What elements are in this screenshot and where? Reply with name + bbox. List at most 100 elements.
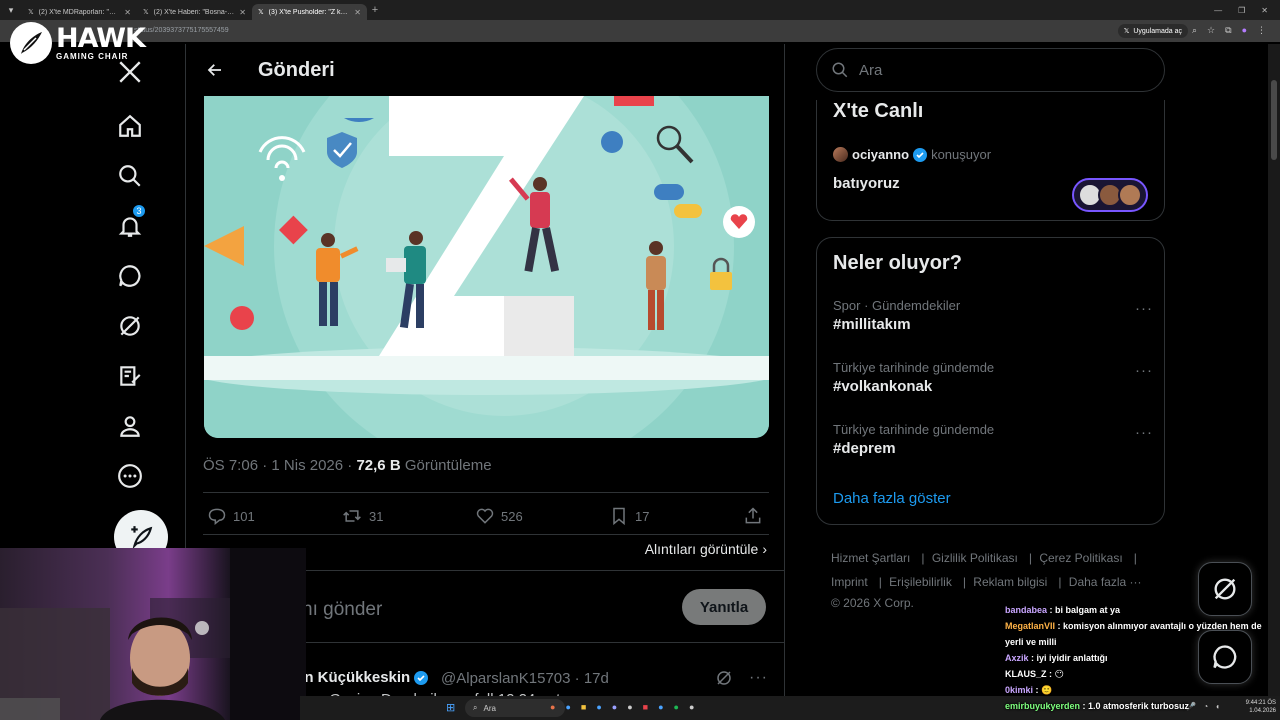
edit-list-icon[interactable] xyxy=(114,360,146,392)
search-icon xyxy=(832,62,848,78)
app-icon[interactable]: ● xyxy=(550,702,555,712)
tweet-age: 17d xyxy=(583,670,609,687)
live-card[interactable]: X'te Canlı ociyanno konuşuyor batıyoruz xyxy=(816,100,1165,221)
new-tab-icon[interactable]: + xyxy=(367,4,383,16)
app-icon[interactable]: ● xyxy=(612,702,617,712)
webcam-overlay xyxy=(0,548,306,720)
more-options-icon[interactable]: ··· xyxy=(749,669,768,687)
feather-plus-icon xyxy=(131,526,153,550)
more-options-icon[interactable]: ··· xyxy=(1135,300,1153,317)
trend-name: #millitakım xyxy=(833,316,911,333)
spotify-icon[interactable]: ● xyxy=(674,702,679,712)
tab-list-icon[interactable]: ▾ xyxy=(0,5,22,16)
profile-icon[interactable]: ● xyxy=(1242,25,1247,36)
verified-badge-icon xyxy=(414,670,429,685)
share-button[interactable] xyxy=(743,506,763,526)
maximize-icon[interactable]: ❐ xyxy=(1238,6,1245,15)
windows-start-icon[interactable]: ⊞ xyxy=(446,701,455,714)
app-icon[interactable]: ● xyxy=(565,702,570,712)
chat-message: emirbuyukyerden : 1.0 atmosferik turbosu… xyxy=(1005,701,1190,711)
url-text[interactable]: status/2039373775175557459 xyxy=(134,27,229,34)
app-icon[interactable]: ● xyxy=(627,702,632,712)
view-quotes-link[interactable]: Alıntıları görüntüle › xyxy=(645,541,767,557)
live-host[interactable]: ociyanno konuşuyor xyxy=(833,147,991,162)
address-bar[interactable]: status/2039373775175557459 𝕏 Uygulamada … xyxy=(0,20,1280,42)
bookmark-button[interactable]: 17 xyxy=(609,506,649,526)
search-input[interactable]: Ara xyxy=(816,48,1165,92)
heart-icon xyxy=(476,508,494,524)
open-in-app-button[interactable]: 𝕏 Uygulamada aç xyxy=(1117,24,1188,38)
window-close-icon[interactable]: ✕ xyxy=(1261,6,1268,15)
bookmark-star-icon[interactable]: ☆ xyxy=(1207,25,1215,36)
more-options-icon[interactable]: ··· xyxy=(1135,424,1153,441)
reply-button[interactable]: 101 xyxy=(207,506,255,526)
tweet-author[interactable]: an Küçükkeskin xyxy=(296,669,429,686)
post-date[interactable]: 1 Nis 2026 xyxy=(271,457,343,474)
trend-item[interactable]: Türkiye tarihinde gündemde #deprem ··· xyxy=(833,422,1153,457)
live-topic: batıyoruz xyxy=(833,175,900,192)
live-participants[interactable] xyxy=(1072,178,1148,212)
more-options-icon[interactable]: ··· xyxy=(1135,362,1153,379)
left-sidebar: 3 xyxy=(100,44,168,564)
chat-text: 1.0 atmosferik turbosuz xyxy=(1088,701,1190,711)
chrome-icon[interactable]: ● xyxy=(658,702,663,712)
author-name: an Küçükkeskin xyxy=(296,669,411,686)
like-button[interactable]: 526 xyxy=(475,506,523,526)
reply-icon xyxy=(208,508,226,526)
minimize-icon[interactable]: — xyxy=(1214,6,1222,15)
views-label: Görüntüleme xyxy=(404,457,492,474)
trend-name: #volkankonak xyxy=(833,378,933,395)
browser-tab-active[interactable]: 𝕏 (3) X'te Pusholder: "Z kuşağı, 01... ✕ xyxy=(252,4,367,20)
tab-close-icon[interactable]: ✕ xyxy=(354,8,361,17)
reply-submit-button[interactable]: Yanıtla xyxy=(682,589,766,625)
grok-icon[interactable] xyxy=(715,669,733,687)
menu-icon[interactable]: ⋮ xyxy=(1257,25,1266,36)
chat-message: 0kimki : 🙂 xyxy=(1005,685,1053,695)
bell-icon[interactable]: 3 xyxy=(114,204,146,242)
trends-card: Neler oluyor? Spor · Gündemdekiler #mill… xyxy=(816,237,1165,525)
footer-link[interactable]: Hizmet Şartları xyxy=(831,551,910,565)
footer-link[interactable]: Erişilebilirlik xyxy=(889,575,952,589)
grok-icon[interactable] xyxy=(114,310,146,342)
reply-input[interactable]: nı gönder xyxy=(302,599,382,621)
chat-username: emirbuyukyerden xyxy=(1005,701,1081,711)
browser-tab[interactable]: 𝕏 (2) X'te Haberi: "Bosna-Hersek ... ✕ xyxy=(137,4,252,20)
tab-close-icon[interactable]: ✕ xyxy=(124,8,131,17)
messages-floating-button[interactable] xyxy=(1198,630,1252,684)
search-icon[interactable] xyxy=(114,160,146,192)
person-icon[interactable] xyxy=(114,410,146,442)
more-circle-icon[interactable] xyxy=(114,460,146,492)
chat-bubble-icon xyxy=(1213,645,1237,669)
chat-text: bi balgam at ya xyxy=(1055,605,1121,615)
repost-button[interactable]: 31 xyxy=(341,506,383,526)
scrollbar-thumb[interactable] xyxy=(1271,80,1277,160)
zoom-icon[interactable]: ⌕ xyxy=(1192,25,1197,36)
extensions-icon[interactable]: ⧉ xyxy=(1225,25,1231,36)
folder-icon[interactable]: ■ xyxy=(581,702,586,712)
back-arrow-icon[interactable] xyxy=(204,59,226,81)
x-favicon-icon: 𝕏 xyxy=(1123,28,1130,35)
footer-link[interactable]: Daha fazla ··· xyxy=(1069,575,1142,589)
footer-link[interactable]: Gizlilik Politikası xyxy=(932,551,1018,565)
post-time[interactable]: ÖS 7:06 xyxy=(203,457,258,474)
show-more-link[interactable]: Daha fazla göster xyxy=(833,490,951,507)
footer-link[interactable]: Reklam bilgisi xyxy=(973,575,1047,589)
footer-link[interactable]: Imprint xyxy=(831,575,868,589)
footer-link[interactable]: Çerez Politikası xyxy=(1039,551,1122,565)
app-icon[interactable]: ■ xyxy=(643,702,648,712)
grok-floating-button[interactable] xyxy=(1198,562,1252,616)
app-icon[interactable]: ● xyxy=(689,702,694,712)
chat-bubble-icon[interactable] xyxy=(114,260,146,292)
app-icon[interactable]: ● xyxy=(596,702,601,712)
tweet-handle[interactable]: @AlparslanK15703 · 17d xyxy=(441,670,609,687)
taskbar-search-label: Ara xyxy=(483,703,496,713)
trend-item[interactable]: Türkiye tarihinde gündemde #volkankonak … xyxy=(833,360,1153,395)
post-views: 72,6 B xyxy=(356,457,401,474)
home-icon[interactable] xyxy=(114,110,146,142)
tab-close-icon[interactable]: ✕ xyxy=(239,8,246,17)
post-image[interactable] xyxy=(204,96,769,438)
open-in-app-label: Uygulamada aç xyxy=(1133,27,1182,35)
chat-username: KLAUS_Z xyxy=(1005,669,1047,679)
browser-tab[interactable]: 𝕏 (2) X'te MDRaporları: "Genel Se... ✕ xyxy=(22,4,137,20)
trend-item[interactable]: Spor · Gündemdekiler #millitakım ··· xyxy=(833,298,1153,333)
